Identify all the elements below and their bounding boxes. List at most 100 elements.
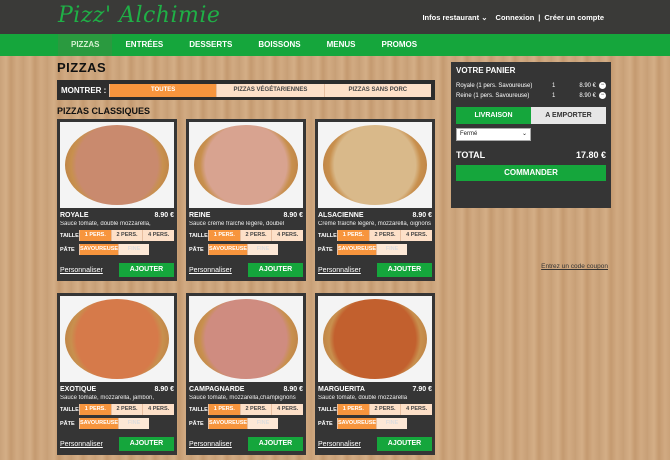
nav-entrees[interactable]: ENTRÉES — [112, 34, 176, 56]
pizza-photo — [323, 125, 427, 205]
add-button[interactable]: AJOUTER — [119, 263, 174, 277]
pate-fine-option[interactable]: FINE — [118, 418, 149, 429]
size-1-option[interactable]: 1 PERS. — [79, 230, 111, 241]
pate-fine-option[interactable]: FINE — [376, 418, 407, 429]
size-1-option[interactable]: 1 PERS. — [208, 230, 240, 241]
size-2-option[interactable]: 2 PERS. — [239, 404, 272, 415]
cart-item-qty: 1 — [552, 82, 556, 89]
add-button[interactable]: AJOUTER — [248, 437, 303, 451]
filter-vegetarian[interactable]: PIZZAS VÉGÉTARIENNES — [216, 83, 324, 97]
filter-all[interactable]: TOUTES — [109, 83, 217, 97]
page-title: PIZZAS — [57, 60, 107, 75]
size-1-option[interactable]: 1 PERS. — [79, 404, 111, 415]
pate-savoureuse-option[interactable]: SAVOUREUSE — [79, 418, 119, 429]
header: Pizz' Alchimie Infos restaurant ⌄ Connex… — [0, 0, 670, 34]
filter-label: MONTRER : — [61, 85, 107, 95]
size-2-option[interactable]: 2 PERS. — [368, 404, 401, 415]
pate-savoureuse-option[interactable]: SAVOUREUSE — [337, 418, 377, 429]
cart-item: Reine (1 pers. Savoureuse) 1 8.90 € − — [456, 92, 606, 99]
pizza-description: Sauce tomate, mozzarella, jambon, — [60, 395, 155, 401]
nav-menus[interactable]: MENUS — [314, 34, 369, 56]
pate-savoureuse-option[interactable]: SAVOUREUSE — [79, 244, 119, 255]
pate-fine-option[interactable]: FINE — [118, 244, 149, 255]
cart-item-price: 8.90 € — [579, 92, 596, 99]
coupon-link[interactable]: Entrez un code coupon — [541, 263, 608, 270]
size-1-option[interactable]: 1 PERS. — [208, 404, 240, 415]
pizza-price: 8.90 € — [412, 212, 432, 219]
cart-title: VOTRE PANIER — [456, 66, 516, 75]
takeaway-tab[interactable]: A EMPORTER — [531, 107, 606, 124]
pizza-description: Sauce tomate, double mozzarella — [318, 395, 408, 401]
cart-item-qty: 1 — [552, 92, 556, 99]
remove-icon[interactable]: − — [599, 92, 606, 99]
login-link[interactable]: Connexion — [496, 13, 535, 22]
nav-boissons[interactable]: BOISSONS — [245, 34, 313, 56]
customize-link[interactable]: Personnaliser — [60, 441, 103, 448]
chevron-down-icon: ⌄ — [521, 131, 527, 137]
customize-link[interactable]: Personnaliser — [318, 267, 361, 274]
size-2-option[interactable]: 2 PERS. — [110, 404, 143, 415]
size-label: TAILLE — [60, 406, 79, 413]
pizza-description: Sauce tomate, mozzarella,champignons — [189, 395, 296, 401]
nav-desserts[interactable]: DESSERTS — [176, 34, 245, 56]
pizza-description: Crème fraîche légère, mozzarella, oignon… — [318, 221, 432, 227]
store-select[interactable]: Fermé ⌄ — [456, 128, 531, 141]
pizza-card: CAMPAGNARDE 8.90 € Sauce tomate, mozzarel… — [186, 293, 306, 455]
order-mode: LIVRAISON A EMPORTER — [456, 107, 606, 124]
filter-no-pork[interactable]: PIZZAS SANS PORC — [323, 83, 431, 97]
pizza-image — [318, 296, 432, 382]
size-label: TAILLE — [189, 232, 208, 239]
size-1-option[interactable]: 1 PERS. — [337, 404, 369, 415]
pizza-price: 8.90 € — [283, 212, 303, 219]
add-button[interactable]: AJOUTER — [377, 437, 432, 451]
filter-bar: MONTRER : TOUTES PIZZAS VÉGÉTARIENNES PI… — [57, 80, 435, 100]
pate-savoureuse-option[interactable]: SAVOUREUSE — [337, 244, 377, 255]
customize-link[interactable]: Personnaliser — [189, 267, 232, 274]
pizza-card: REINE 8.90 € Sauce crème fraîche légère, … — [186, 119, 306, 281]
size-4-option[interactable]: 4 PERS. — [400, 404, 433, 415]
add-button[interactable]: AJOUTER — [248, 263, 303, 277]
store-select-value: Fermé — [460, 131, 478, 137]
cart-panel: VOTRE PANIER Royale (1 pers. Savoureuse)… — [451, 62, 611, 270]
pizza-name: ALSACIENNE — [318, 212, 364, 219]
pizza-photo — [194, 299, 298, 379]
size-label: TAILLE — [189, 406, 208, 413]
signup-link[interactable]: Créer un compte — [544, 13, 604, 22]
pate-fine-option[interactable]: FINE — [247, 418, 278, 429]
nav-pizzas[interactable]: PIZZAS — [58, 34, 113, 56]
add-button[interactable]: AJOUTER — [119, 437, 174, 451]
size-1-option[interactable]: 1 PERS. — [337, 230, 369, 241]
customize-link[interactable]: Personnaliser — [60, 267, 103, 274]
pate-label: PÂTE — [60, 246, 75, 253]
pate-fine-option[interactable]: FINE — [247, 244, 278, 255]
pizza-name: MARGUERITA — [318, 386, 365, 393]
size-2-option[interactable]: 2 PERS. — [110, 230, 143, 241]
customize-link[interactable]: Personnaliser — [318, 441, 361, 448]
section-title: PIZZAS CLASSIQUES — [57, 106, 151, 116]
nav-promos[interactable]: PROMOS — [369, 34, 431, 56]
size-4-option[interactable]: 4 PERS. — [271, 404, 304, 415]
pate-fine-option[interactable]: FINE — [376, 244, 407, 255]
order-button[interactable]: COMMANDER — [456, 165, 606, 181]
size-2-option[interactable]: 2 PERS. — [239, 230, 272, 241]
pizza-grid: ROYALE 8.90 € Sauce tomate, double mozzar… — [57, 119, 435, 455]
pizza-name: EXOTIQUE — [60, 386, 97, 393]
size-label: TAILLE — [60, 232, 79, 239]
add-button[interactable]: AJOUTER — [377, 263, 432, 277]
pate-savoureuse-option[interactable]: SAVOUREUSE — [208, 418, 248, 429]
chevron-down-icon: ⌄ — [481, 13, 488, 22]
customize-link[interactable]: Personnaliser — [189, 441, 232, 448]
total-label: TOTAL — [456, 150, 486, 160]
size-2-option[interactable]: 2 PERS. — [368, 230, 401, 241]
size-4-option[interactable]: 4 PERS. — [271, 230, 304, 241]
pizza-price: 8.90 € — [154, 212, 174, 219]
total-row: TOTAL 17.80 € — [456, 150, 606, 160]
size-4-option[interactable]: 4 PERS. — [142, 404, 175, 415]
delivery-tab[interactable]: LIVRAISON — [456, 107, 531, 124]
infos-restaurant-link[interactable]: Infos restaurant ⌄ — [422, 13, 487, 22]
logo[interactable]: Pizz' Alchimie — [58, 3, 220, 28]
pate-savoureuse-option[interactable]: SAVOUREUSE — [208, 244, 248, 255]
remove-icon[interactable]: − — [599, 82, 606, 89]
size-4-option[interactable]: 4 PERS. — [142, 230, 175, 241]
size-4-option[interactable]: 4 PERS. — [400, 230, 433, 241]
